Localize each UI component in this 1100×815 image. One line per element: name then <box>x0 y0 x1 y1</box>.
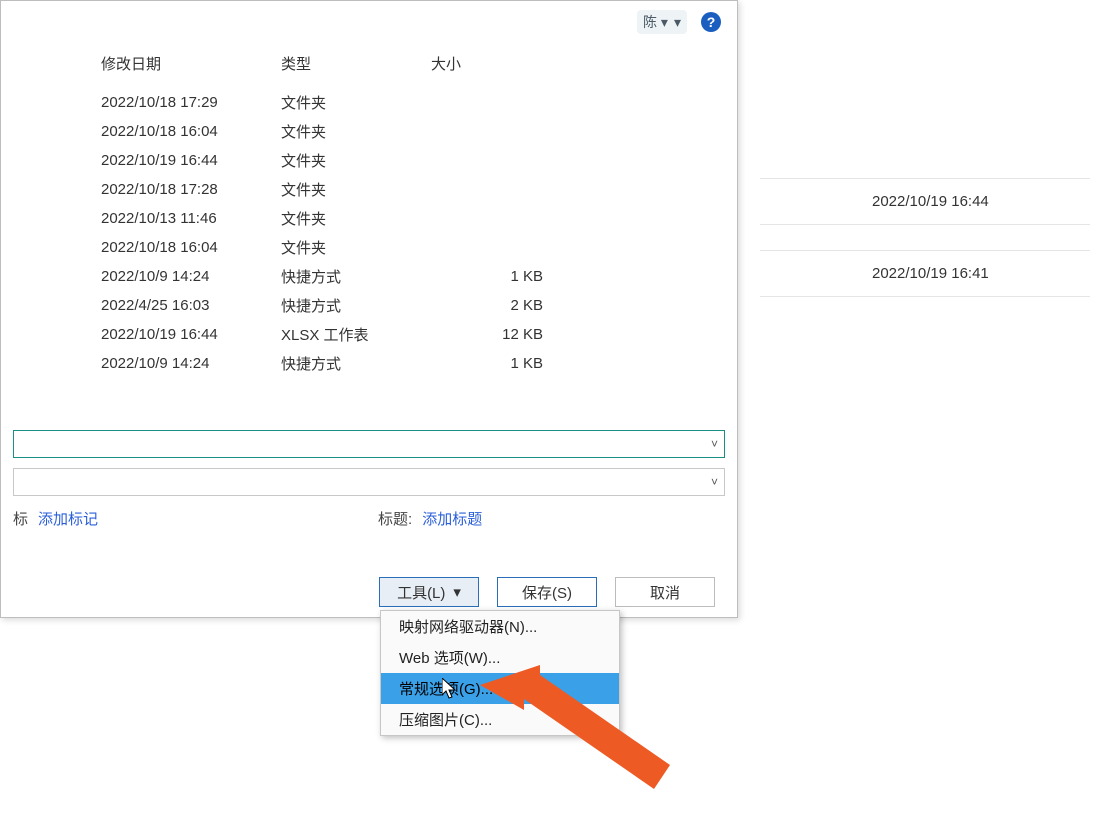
cell-modified: 2022/10/13 11:46 <box>101 210 281 227</box>
cell-type: 快捷方式 <box>281 353 431 374</box>
file-row[interactable]: 2022/10/13 11:46 文件夹 <box>1 204 737 233</box>
menu-general-options[interactable]: 常规选项(G)... <box>381 673 619 704</box>
file-row[interactable]: 2022/10/18 16:04 文件夹 <box>1 233 737 262</box>
cell-type: 文件夹 <box>281 208 431 229</box>
tags-label: 标 <box>13 508 28 529</box>
dialog-buttons: 工具(L) ▾ 保存(S) 取消 <box>1 577 737 607</box>
file-row[interactable]: 2022/4/25 16:03 快捷方式 2 KB <box>1 291 737 320</box>
cell-modified: 2022/10/18 16:04 <box>101 123 281 140</box>
dialog-toolbar: 陈 ▾ ▾ ? <box>1 1 737 43</box>
column-modified[interactable]: 修改日期 <box>101 53 281 74</box>
background-item-2[interactable]: 2022/10/19 16:41 <box>760 250 1090 297</box>
add-tag-link[interactable]: 添加标记 <box>38 508 98 529</box>
menu-compress-pictures[interactable]: 压缩图片(C)... <box>381 704 619 735</box>
save-fields: ˅ ˅ <box>1 430 737 496</box>
cell-type: XLSX 工作表 <box>281 324 431 345</box>
file-row[interactable]: 2022/10/9 14:24 快捷方式 1 KB <box>1 349 737 378</box>
cell-type: 文件夹 <box>281 150 431 171</box>
cell-modified: 2022/10/19 16:44 <box>101 152 281 169</box>
file-row[interactable]: 2022/10/18 17:29 文件夹 <box>1 88 737 117</box>
cell-modified: 2022/10/18 17:29 <box>101 94 281 111</box>
column-type[interactable]: 类型 <box>281 53 431 74</box>
chevron-down-icon: ˅ <box>711 437 718 451</box>
cell-modified: 2022/10/18 16:04 <box>101 239 281 256</box>
file-row[interactable]: 2022/10/18 16:04 文件夹 <box>1 117 737 146</box>
file-row[interactable]: 2022/10/18 17:28 文件夹 <box>1 175 737 204</box>
cell-modified: 2022/10/9 14:24 <box>101 268 281 285</box>
cell-type: 文件夹 <box>281 92 431 113</box>
cell-modified: 2022/10/19 16:44 <box>101 326 281 343</box>
cancel-button[interactable]: 取消 <box>615 577 715 607</box>
bg-item-date: 2022/10/19 16:44 <box>760 193 1090 210</box>
cell-type: 快捷方式 <box>281 295 431 316</box>
metadata-row: 标 添加标记 标题: 添加标题 <box>1 506 737 537</box>
background-item-1[interactable]: 2022/10/19 16:44 <box>760 178 1090 225</box>
filetype-combo[interactable]: ˅ <box>13 468 725 496</box>
tools-button-label: 工具(L) <box>397 582 445 603</box>
cell-size: 1 KB <box>431 355 551 372</box>
file-row[interactable]: 2022/10/19 16:44 XLSX 工作表 12 KB <box>1 320 737 349</box>
view-options-label: 陈 ▾ <box>643 12 668 32</box>
tools-button[interactable]: 工具(L) ▾ <box>379 577 479 607</box>
save-button[interactable]: 保存(S) <box>497 577 597 607</box>
tools-menu: 映射网络驱动器(N)... Web 选项(W)... 常规选项(G)... 压缩… <box>380 610 620 736</box>
filename-combo[interactable]: ˅ <box>13 430 725 458</box>
cell-type: 文件夹 <box>281 179 431 200</box>
chevron-down-icon: ▾ <box>674 14 681 31</box>
file-row[interactable]: 2022/10/19 16:44 文件夹 <box>1 146 737 175</box>
bg-item-date: 2022/10/19 16:41 <box>760 265 1090 282</box>
file-list: 修改日期 类型 大小 2022/10/18 17:29 文件夹 2022/10/… <box>1 43 737 378</box>
cell-type: 文件夹 <box>281 121 431 142</box>
cell-type: 文件夹 <box>281 237 431 258</box>
menu-map-network-drive[interactable]: 映射网络驱动器(N)... <box>381 611 619 642</box>
chevron-down-icon: ▾ <box>453 583 461 601</box>
cell-modified: 2022/10/18 17:28 <box>101 181 281 198</box>
add-title-link[interactable]: 添加标题 <box>422 508 482 529</box>
save-as-dialog: 陈 ▾ ▾ ? 修改日期 类型 大小 2022/10/18 17:29 文件夹 … <box>0 0 738 618</box>
file-row[interactable]: 2022/10/9 14:24 快捷方式 1 KB <box>1 262 737 291</box>
menu-web-options[interactable]: Web 选项(W)... <box>381 642 619 673</box>
cell-size: 1 KB <box>431 268 551 285</box>
cell-modified: 2022/10/9 14:24 <box>101 355 281 372</box>
cell-size: 12 KB <box>431 326 551 343</box>
help-icon[interactable]: ? <box>701 12 721 32</box>
cell-modified: 2022/4/25 16:03 <box>101 297 281 314</box>
chevron-down-icon: ˅ <box>711 475 718 489</box>
cell-type: 快捷方式 <box>281 266 431 287</box>
cell-size: 2 KB <box>431 297 551 314</box>
title-label: 标题: <box>378 508 412 529</box>
view-options-button[interactable]: 陈 ▾ ▾ <box>637 10 687 34</box>
column-size[interactable]: 大小 <box>431 53 551 74</box>
file-list-header: 修改日期 类型 大小 <box>1 49 737 88</box>
